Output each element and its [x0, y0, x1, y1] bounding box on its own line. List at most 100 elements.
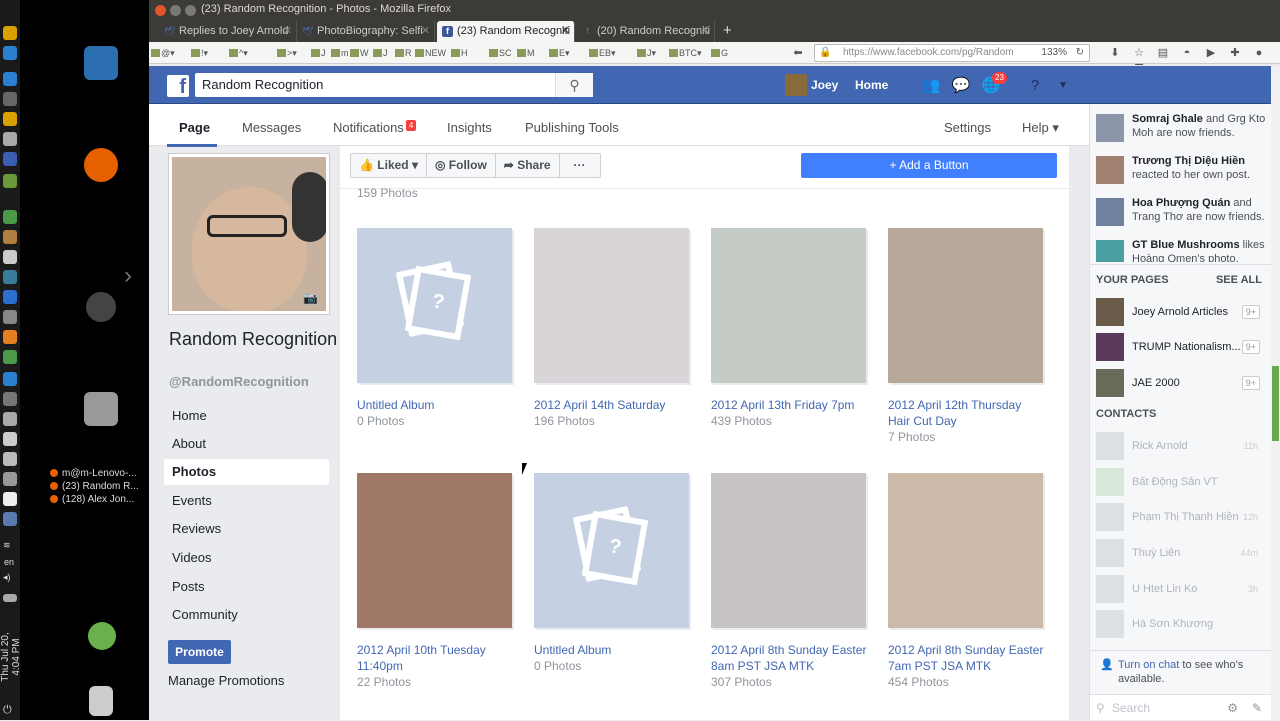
- app-icon[interactable]: [3, 512, 17, 526]
- firefox-icon[interactable]: [84, 148, 118, 182]
- trash-icon[interactable]: [89, 686, 113, 716]
- app-icon[interactable]: [3, 92, 17, 106]
- user-icon[interactable]: [88, 622, 116, 650]
- bookmark[interactable]: R: [395, 45, 412, 61]
- album-cover[interactable]: [534, 228, 689, 383]
- reload-icon[interactable]: ↻: [1076, 45, 1084, 61]
- album-card[interactable]: ? Untitled Album 0 Photos: [357, 228, 514, 429]
- share-button[interactable]: ➦ Share: [496, 154, 560, 177]
- bookmark-folder[interactable]: BTC▾: [669, 45, 702, 61]
- close-icon[interactable]: ✕: [561, 21, 570, 42]
- contact-item[interactable]: Phạm Thị Thanh Hiền 12h: [1096, 503, 1268, 531]
- your-page-item[interactable]: Joey Arnold Articles 9+: [1096, 298, 1268, 326]
- app-icon[interactable]: [3, 452, 17, 466]
- app-icon[interactable]: [3, 492, 17, 506]
- sidebar-item-community[interactable]: Community: [164, 602, 329, 628]
- tab-random-recognition[interactable]: f (20) Random Recogniti ✕: [577, 21, 715, 42]
- app-icon[interactable]: [3, 132, 17, 146]
- contact-item[interactable]: Bất Động Sản VT: [1096, 468, 1268, 496]
- help-icon[interactable]: ?: [1025, 76, 1045, 96]
- back-icon[interactable]: ⬅: [790, 45, 806, 61]
- ticker-item[interactable]: Somraj Ghale and Grg Kto Moh are now fri…: [1096, 112, 1268, 142]
- app-icon[interactable]: [3, 26, 17, 40]
- album-card[interactable]: 2012 April 8th Sunday Easter 8am PST JSA…: [711, 473, 868, 690]
- sidebar-item-about[interactable]: About: [164, 431, 329, 457]
- empty-album-icon[interactable]: ?: [357, 228, 512, 383]
- search-icon[interactable]: ⚲: [555, 73, 593, 97]
- app-icon[interactable]: [3, 152, 17, 166]
- chevron-down-icon[interactable]: ▼: [1053, 76, 1073, 96]
- page-title[interactable]: Random Recognition: [169, 328, 339, 351]
- task-window[interactable]: (128) Alex Jon...: [50, 494, 168, 505]
- album-title[interactable]: 2012 April 10th Tuesday 11:40pm: [357, 642, 514, 674]
- reading-list-icon[interactable]: ▤: [1155, 45, 1171, 61]
- tab-publishing-tools[interactable]: Publishing Tools: [525, 120, 619, 135]
- settings-link[interactable]: Settings: [944, 120, 991, 135]
- bookmark[interactable]: m: [331, 45, 349, 61]
- ticker-item[interactable]: GT Blue Mushrooms likes Hoàng Omen's pho…: [1096, 238, 1268, 262]
- friend-requests-icon[interactable]: 👥: [921, 76, 941, 96]
- album-card[interactable]: ? Untitled Album 0 Photos: [534, 473, 691, 674]
- album-card[interactable]: 2012 April 10th Tuesday 11:40pm 22 Photos: [357, 473, 514, 690]
- sidebar-item-events[interactable]: Events: [164, 488, 329, 514]
- wifi-icon[interactable]: ≋: [3, 540, 17, 554]
- contact-item[interactable]: Hà Sơn Khương: [1096, 610, 1268, 638]
- sidebar-item-videos[interactable]: Videos: [164, 545, 329, 571]
- lock-icon[interactable]: 🔒: [819, 45, 831, 61]
- language-indicator[interactable]: en: [4, 557, 14, 567]
- chevron-right-icon[interactable]: ›: [124, 262, 132, 290]
- chat-search-input[interactable]: ⚲ Search ⚙ ✎: [1090, 694, 1272, 720]
- app-icon[interactable]: [3, 392, 17, 406]
- power-icon[interactable]: ⏻: [3, 704, 17, 718]
- contact-item[interactable]: U Htet Lin Ko 3h: [1096, 575, 1268, 603]
- maximize-button[interactable]: [185, 5, 196, 16]
- search-input[interactable]: Random Recognition: [195, 73, 593, 97]
- bookmark[interactable]: J: [373, 45, 388, 61]
- clock[interactable]: Thu Jul 20, 4:04 PM: [0, 622, 22, 692]
- app-icon[interactable]: [3, 330, 17, 344]
- sidebar-item-photos[interactable]: Photos: [164, 459, 329, 485]
- task-window[interactable]: (23) Random R...: [50, 481, 168, 492]
- sidebar-item-posts[interactable]: Posts: [164, 574, 329, 600]
- profile-link[interactable]: Joey: [785, 74, 838, 96]
- your-page-item[interactable]: TRUMP Nationalism... 9+: [1096, 333, 1268, 361]
- battery-icon[interactable]: [3, 594, 17, 602]
- tab-insights[interactable]: Insights: [447, 120, 492, 135]
- scrollbar-thumb[interactable]: [1272, 366, 1279, 441]
- minimize-button[interactable]: [170, 5, 181, 16]
- drive-icon[interactable]: [84, 392, 118, 426]
- close-window-button[interactable]: [155, 5, 166, 16]
- sync-icon[interactable]: ●: [1251, 45, 1267, 61]
- album-title[interactable]: 2012 April 13th Friday 7pm: [711, 397, 868, 413]
- bookmark-folder[interactable]: !▾: [191, 45, 208, 61]
- see-all-link[interactable]: SEE ALL: [1216, 274, 1262, 286]
- addon-icon[interactable]: ✚: [1227, 45, 1243, 61]
- page-handle[interactable]: @RandomRecognition: [169, 374, 309, 389]
- bookmark[interactable]: NEW: [415, 45, 446, 61]
- close-icon[interactable]: ✕: [701, 21, 710, 42]
- gear-icon[interactable]: ⚙: [1227, 695, 1238, 721]
- app-icon[interactable]: [3, 210, 17, 224]
- tab-photobiography[interactable]: 🕊 PhotoBiography: Selfi ✕: [297, 21, 435, 42]
- app-icon[interactable]: [3, 432, 17, 446]
- manage-promotions-link[interactable]: Manage Promotions: [168, 673, 284, 688]
- app-icon[interactable]: [3, 72, 17, 86]
- zoom-level[interactable]: 133%: [1041, 45, 1067, 61]
- facebook-logo[interactable]: f: [167, 75, 189, 98]
- album-title[interactable]: Untitled Album: [534, 642, 691, 658]
- bookmark-folder[interactable]: EB▾: [589, 45, 616, 61]
- add-a-button[interactable]: + Add a Button: [801, 153, 1057, 178]
- bookmark[interactable]: W: [350, 45, 369, 61]
- ticker-item[interactable]: Trương Thị Diệu Hiền reacted to her own …: [1096, 154, 1268, 184]
- document-icon[interactable]: [84, 46, 118, 80]
- sidebar-item-home[interactable]: Home: [164, 403, 329, 429]
- task-window[interactable]: m@m-Lenovo-...: [50, 468, 168, 479]
- url-bar[interactable]: 🔒 https://www.facebook.com/pg/Random 133…: [814, 44, 1090, 62]
- bookmark[interactable]: SC: [489, 45, 512, 61]
- app-icon[interactable]: [3, 350, 17, 364]
- app-icon[interactable]: [3, 174, 17, 188]
- help-menu[interactable]: Help ▾: [1022, 120, 1059, 136]
- album-cover[interactable]: [888, 228, 1043, 383]
- ubuntu-icon[interactable]: [86, 292, 116, 322]
- volume-icon[interactable]: ◂): [3, 572, 17, 586]
